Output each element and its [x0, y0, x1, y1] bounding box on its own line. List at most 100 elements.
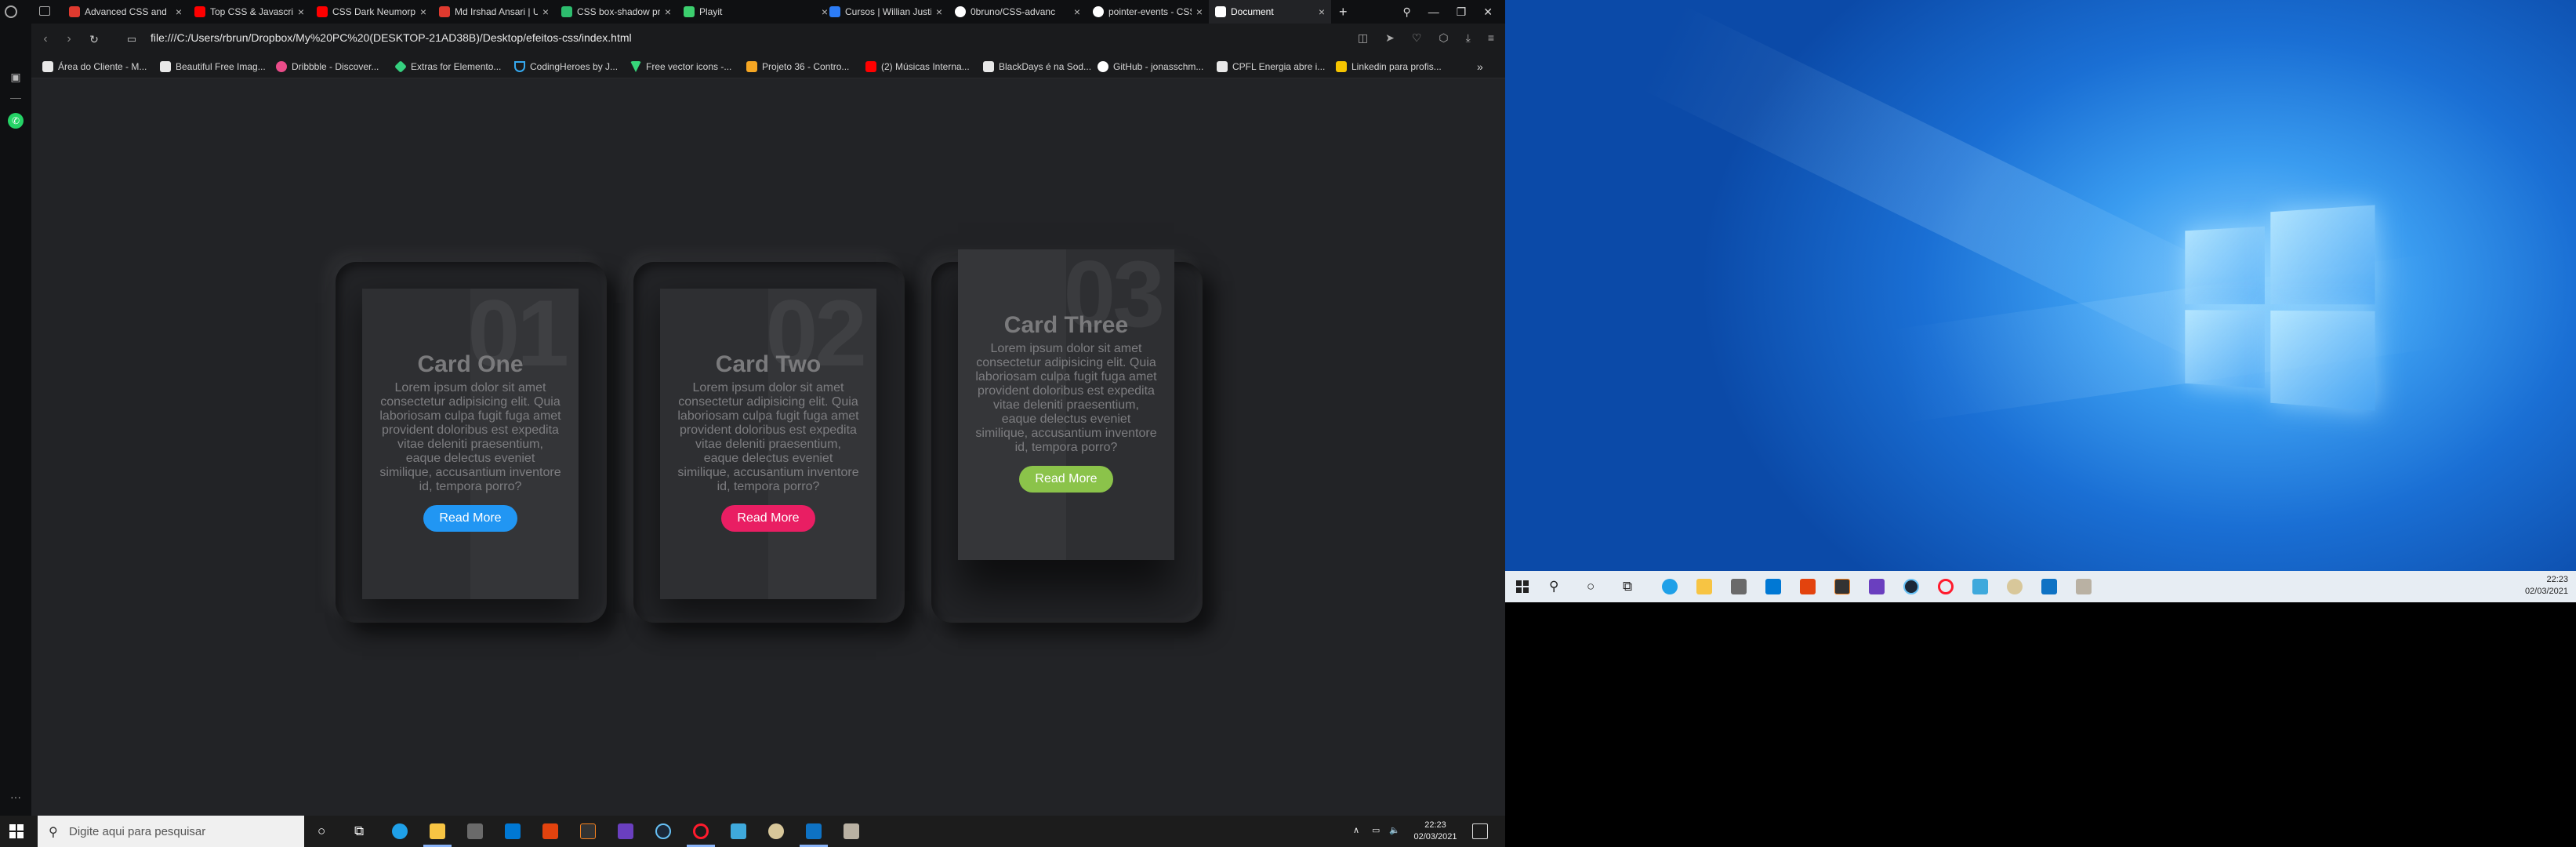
app-icon-2[interactable]	[618, 823, 633, 839]
youtube-icon	[317, 6, 328, 17]
file-explorer-icon[interactable]	[430, 823, 445, 839]
mail-icon[interactable]	[1765, 579, 1781, 594]
close-icon[interactable]: ×	[176, 5, 182, 18]
tray-chevron-icon[interactable]: ∧	[1353, 825, 1359, 838]
tab-document-active[interactable]: Document ×	[1209, 0, 1331, 24]
briefcase-icon[interactable]: ▣	[8, 69, 24, 85]
task-view-icon[interactable]: ⧉	[354, 823, 364, 840]
office-icon[interactable]	[1800, 579, 1816, 594]
edge-icon[interactable]	[392, 823, 408, 839]
app-icon-4[interactable]	[2076, 579, 2092, 594]
notifications-icon[interactable]	[1472, 823, 1488, 839]
close-icon[interactable]: ×	[665, 5, 671, 18]
new-tab-button[interactable]: +	[1339, 4, 1348, 20]
edge-icon[interactable]	[1662, 579, 1678, 594]
bookmark-item[interactable]: Dribbble - Discover...	[276, 60, 379, 74]
file-explorer-icon[interactable]	[1696, 579, 1712, 594]
steam-icon[interactable]	[1903, 579, 1919, 594]
taskbar-search[interactable]: ⚲ Digite aqui para pesquisar	[38, 816, 304, 847]
app-icon[interactable]	[580, 823, 596, 839]
tab-0[interactable]: Advanced CSS and ×	[63, 0, 188, 24]
close-icon[interactable]: ×	[1196, 5, 1203, 18]
bookmarks-more-button[interactable]: »	[1477, 60, 1483, 74]
read-more-button[interactable]: Read More	[1019, 466, 1113, 493]
app-icon[interactable]	[1834, 579, 1850, 594]
close-icon[interactable]: ×	[1074, 5, 1080, 18]
network-icon[interactable]: ▭	[1372, 825, 1380, 838]
clock[interactable]: 22:23 02/03/2021	[1408, 816, 1463, 847]
bookmark-item[interactable]: GitHub - jonasschm...	[1098, 60, 1203, 74]
tab-4[interactable]: CSS box-shadow pr ×	[555, 0, 677, 24]
cortana-icon[interactable]: ○	[317, 823, 325, 840]
bookmarks-bar: Área do Cliente - M... Beautiful Free Im…	[31, 55, 1505, 78]
bookmark-item[interactable]: (2) Músicas Interna...	[865, 60, 970, 74]
krita-icon[interactable]	[731, 823, 746, 839]
tab-3[interactable]: Md Irshad Ansari | U ×	[433, 0, 555, 24]
bookmark-item[interactable]: Free vector icons -...	[630, 60, 731, 74]
close-window-icon[interactable]: ✕	[1483, 5, 1493, 19]
youtube-icon	[865, 61, 876, 72]
task-view-icon[interactable]: ⧉	[1623, 578, 1632, 595]
whatsapp-icon[interactable]: ✆	[8, 113, 24, 129]
bookmark-item[interactable]: CPFL Energia abre i...	[1217, 60, 1325, 74]
clock[interactable]: 22:23 02/03/2021	[2525, 574, 2568, 598]
search-tabs-icon[interactable]: ⚲	[1402, 5, 1410, 19]
windows-start-icon[interactable]	[1516, 580, 1529, 593]
read-more-button[interactable]: Read More	[423, 505, 517, 532]
tab-1[interactable]: Top CSS & Javascrip ×	[188, 0, 310, 24]
read-more-button[interactable]: Read More	[721, 505, 815, 532]
vscode-icon[interactable]	[2041, 579, 2057, 594]
opera-icon[interactable]	[1938, 579, 1954, 594]
steam-icon[interactable]	[655, 823, 671, 839]
windows-start-icon[interactable]	[9, 824, 24, 838]
cortana-icon[interactable]: ○	[1587, 578, 1595, 595]
bookmark-item[interactable]: BlackDays é na Sod...	[983, 60, 1091, 74]
bookmark-item[interactable]: Projeto 36 - Contro...	[746, 60, 849, 74]
close-icon[interactable]: ×	[542, 5, 549, 18]
more-icon[interactable]: ···	[8, 789, 24, 805]
tab-5[interactable]: Playit ×	[677, 0, 834, 24]
search-icon[interactable]: ⚲	[1549, 578, 1558, 595]
close-icon[interactable]: ×	[936, 5, 942, 18]
vscode-icon[interactable]	[806, 823, 822, 839]
bookmark-item[interactable]: CodingHeroes by J...	[514, 60, 618, 74]
minimize-icon[interactable]: —	[1428, 5, 1439, 18]
restore-icon[interactable]: ❐	[1457, 5, 1467, 19]
reload-icon[interactable]: ↻	[86, 31, 102, 47]
bookmark-item[interactable]: Área do Cliente - M...	[42, 60, 147, 74]
tab-6[interactable]: Cursos | Willian Justi ×	[823, 0, 949, 24]
app-icon-3[interactable]	[2007, 579, 2023, 594]
opera-icon[interactable]	[693, 823, 709, 839]
close-icon[interactable]: ×	[298, 5, 304, 18]
cube-icon[interactable]: ⬡	[1439, 31, 1448, 45]
bookmark-item[interactable]: Linkedin para profis...	[1336, 60, 1442, 74]
bookmark-icon	[983, 61, 994, 72]
heart-icon[interactable]: ♡	[1412, 31, 1422, 45]
mail-icon[interactable]	[505, 823, 521, 839]
volume-icon[interactable]: 🔈	[1389, 825, 1400, 838]
forward-icon[interactable]: ›	[61, 31, 77, 47]
url-field[interactable]: file:///C:/Users/rbrun/Dropbox/My%20PC%2…	[151, 31, 632, 44]
bookmark-item[interactable]: Extras for Elemento...	[395, 60, 501, 74]
app-icon-2[interactable]	[1869, 579, 1885, 594]
tab-2[interactable]: CSS Dark Neumorph ×	[310, 0, 433, 24]
back-icon[interactable]: ‹	[38, 31, 53, 47]
app-icon-3[interactable]	[768, 823, 784, 839]
close-icon[interactable]: ×	[420, 5, 426, 18]
menu-icon[interactable]: ≡	[1488, 31, 1494, 45]
send-icon[interactable]: ➤	[1385, 31, 1395, 45]
download-icon[interactable]: ⤓	[1466, 31, 1471, 45]
store-icon[interactable]	[467, 823, 483, 839]
tab-7[interactable]: 0bruno/CSS-advanc ×	[949, 0, 1087, 24]
file-icon: ▭	[124, 31, 140, 47]
close-icon[interactable]: ×	[1319, 5, 1325, 18]
camera-icon[interactable]: ◫	[1358, 31, 1368, 45]
opera-menu-icon[interactable]	[5, 5, 17, 18]
tab-workspaces-icon[interactable]	[39, 6, 50, 16]
krita-icon[interactable]	[1972, 579, 1988, 594]
tab-8[interactable]: pointer-events - CSS ×	[1087, 0, 1209, 24]
app-icon-4[interactable]	[844, 823, 859, 839]
store-icon[interactable]	[1731, 579, 1747, 594]
bookmark-item[interactable]: Beautiful Free Imag...	[160, 60, 266, 74]
office-icon[interactable]	[542, 823, 558, 839]
